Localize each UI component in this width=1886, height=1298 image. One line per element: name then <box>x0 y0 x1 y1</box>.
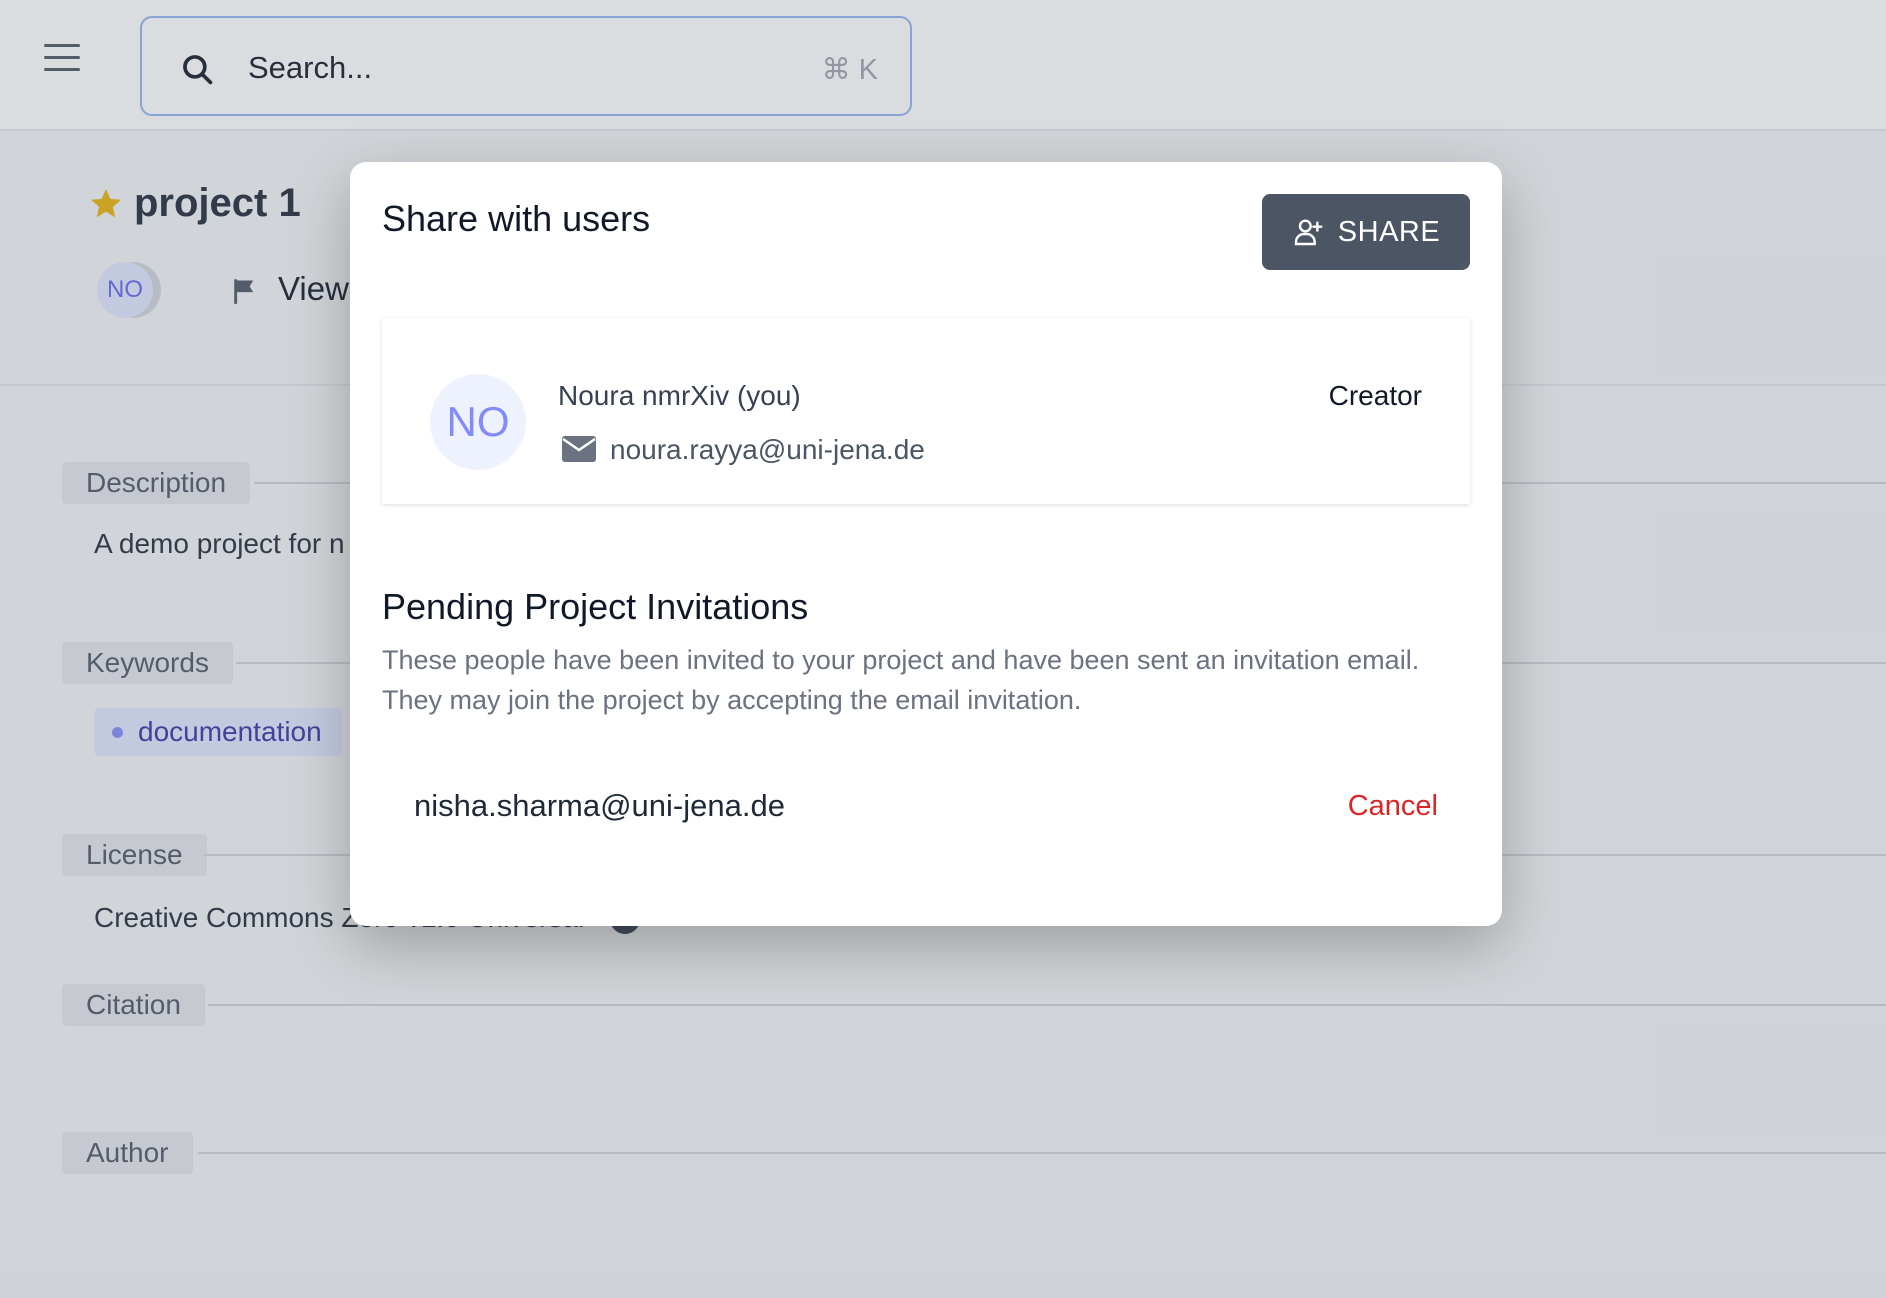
user-role: Creator <box>1328 380 1422 411</box>
pending-invitations-title: Pending Project Invitations <box>382 586 809 627</box>
user-email: noura.rayya@uni-jena.de <box>610 434 925 465</box>
shared-user-card: NO Noura nmrXiv (you) noura.rayya@uni-je… <box>382 318 1470 504</box>
cancel-invitation-button[interactable]: Cancel <box>1348 790 1438 823</box>
modal-title: Share with users <box>382 198 651 239</box>
share-button-label: SHARE <box>1337 215 1441 248</box>
pending-invitations-description: These people have been invited to your p… <box>382 645 1420 715</box>
add-user-icon <box>1294 219 1323 246</box>
avatar: NO <box>430 374 526 470</box>
invitation-email: nisha.sharma@uni-jena.de <box>414 788 785 823</box>
user-name: Noura nmrXiv (you) <box>558 380 801 411</box>
mail-icon <box>562 436 596 462</box>
share-button[interactable]: SHARE <box>1262 194 1470 270</box>
share-modal: Share with users SHARE NO Noura nmrXiv (… <box>350 162 1502 926</box>
